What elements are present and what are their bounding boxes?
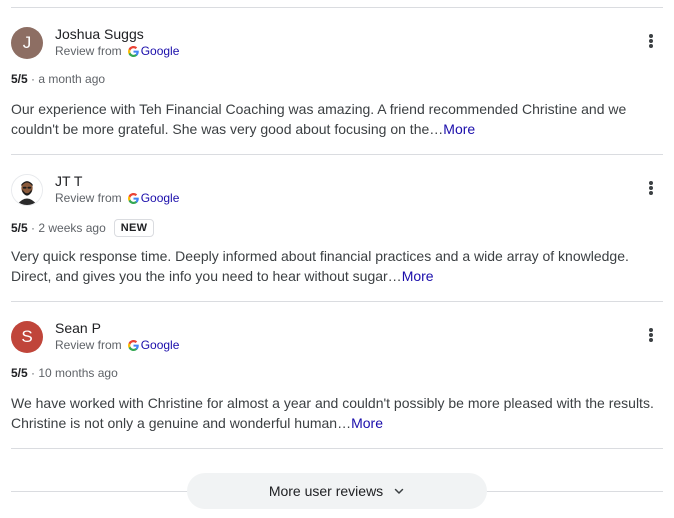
review-card: J Joshua Suggs Review from Google 5/5 · … xyxy=(0,8,674,155)
chevron-down-icon xyxy=(393,485,405,497)
reviewer-name[interactable]: Joshua Suggs xyxy=(55,26,144,42)
avatar-initial: J xyxy=(22,33,32,52)
google-g-icon xyxy=(127,192,139,204)
google-source-name: Google xyxy=(140,338,180,352)
review-text: Our experience with Teh Financial Coachi… xyxy=(11,99,666,139)
avatar[interactable] xyxy=(11,174,43,206)
new-badge: NEW xyxy=(113,219,155,237)
rating: 5/5 xyxy=(11,221,28,235)
avatar-initial: S xyxy=(21,327,33,346)
more-user-reviews-label: More user reviews xyxy=(268,483,384,499)
review-from-label: Review from xyxy=(55,191,122,205)
review-source: Review from Google xyxy=(55,44,179,58)
google-g-icon xyxy=(127,339,139,351)
review-time: 10 months ago xyxy=(38,366,118,380)
reviewer-name[interactable]: Sean P xyxy=(55,320,101,336)
rating: 5/5 xyxy=(11,72,28,86)
more-vert-icon[interactable] xyxy=(642,30,660,52)
more-link[interactable]: More xyxy=(443,121,475,137)
more-link[interactable]: More xyxy=(402,268,434,284)
review-card: JT T Review from Google 5/5 · 2 weeks ag… xyxy=(0,155,674,302)
review-time: 2 weeks ago xyxy=(38,221,106,235)
google-source-name: Google xyxy=(140,44,180,58)
review-meta: 5/5 · 10 months ago xyxy=(11,366,118,380)
meta-separator: · xyxy=(27,221,39,235)
review-text: We have worked with Christine for almost… xyxy=(11,393,666,433)
review-from-label: Review from xyxy=(55,44,122,58)
person-avatar-icon xyxy=(12,175,42,205)
review-text-content: Our experience with Teh Financial Coachi… xyxy=(11,101,627,137)
rating: 5/5 xyxy=(11,366,28,380)
more-vert-icon[interactable] xyxy=(642,177,660,199)
more-user-reviews-button[interactable]: More user reviews xyxy=(187,473,487,509)
google-g-icon xyxy=(127,45,139,57)
review-text-content: Very quick response time. Deeply informe… xyxy=(11,248,629,284)
review-time: a month ago xyxy=(38,72,106,86)
more-link[interactable]: More xyxy=(351,415,383,431)
review-meta: 5/5 · 2 weeks ago NEW xyxy=(11,219,155,237)
review-text: Very quick response time. Deeply informe… xyxy=(11,246,666,286)
review-source: Review from Google xyxy=(55,191,179,205)
review-text-content: We have worked with Christine for almost… xyxy=(11,395,654,431)
google-source-name: Google xyxy=(140,191,180,205)
meta-separator: · xyxy=(27,366,39,380)
meta-separator: · xyxy=(27,72,39,86)
more-vert-icon[interactable] xyxy=(642,324,660,346)
review-meta: 5/5 · a month ago xyxy=(11,72,105,86)
review-source: Review from Google xyxy=(55,338,179,352)
divider xyxy=(11,448,663,449)
review-from-label: Review from xyxy=(55,338,122,352)
avatar[interactable]: J xyxy=(11,27,43,59)
reviewer-name[interactable]: JT T xyxy=(55,173,83,189)
avatar[interactable]: S xyxy=(11,321,43,353)
review-card: S Sean P Review from Google 5/5 · 10 mon… xyxy=(0,302,674,449)
